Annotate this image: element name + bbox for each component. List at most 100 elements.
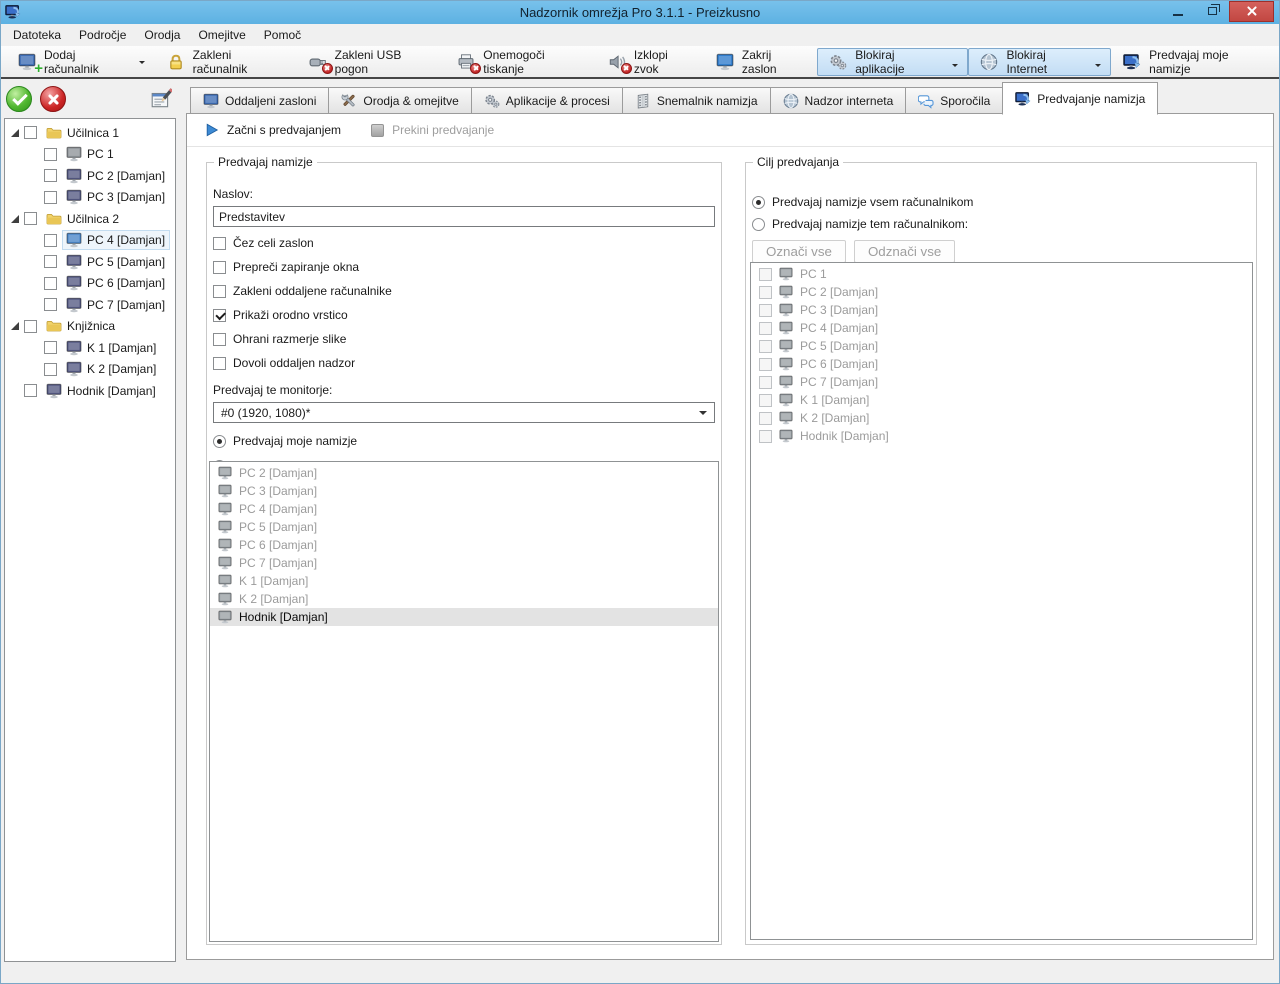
- tree-item[interactable]: K 1 [Damjan]: [5, 337, 175, 359]
- restore-button[interactable]: [1195, 1, 1229, 22]
- chat-icon: [918, 93, 934, 109]
- tabbar: Oddaljeni zasloni Orodja & omejitve Apli…: [190, 82, 1157, 114]
- tab-desktop-broadcast[interactable]: Predvajanje namizja: [1002, 82, 1158, 115]
- block-internet-button[interactable]: Blokiraj Internet: [968, 48, 1111, 76]
- lock-usb-button[interactable]: Zakleni USB pogon: [297, 48, 446, 76]
- tree-checkbox[interactable]: [24, 126, 37, 139]
- target-radio-row[interactable]: Predvajaj namizje tem računalnikom:: [752, 217, 1251, 231]
- radio-button[interactable]: [213, 435, 226, 448]
- play-icon: [205, 123, 219, 137]
- option-checkbox[interactable]: [213, 357, 226, 370]
- tab-messages[interactable]: Sporočila: [905, 87, 1003, 114]
- radio-button[interactable]: [752, 196, 765, 209]
- option-row[interactable]: Čez celi zaslon: [213, 236, 716, 250]
- tree-item-label: PC 4 [Damjan]: [87, 233, 165, 247]
- tree-item[interactable]: Hodnik [Damjan]: [5, 380, 175, 402]
- tree-item[interactable]: Knjižnica: [5, 316, 175, 338]
- disable-printing-button[interactable]: Onemogoči tiskanje: [445, 48, 596, 76]
- toolbar-label: Onemogoči tiskanje: [483, 48, 586, 76]
- menu-item[interactable]: Omejitve: [189, 26, 254, 44]
- computer-icon: [779, 429, 793, 443]
- computer-list-item: Hodnik [Damjan]: [210, 608, 718, 626]
- tab-tools-limits[interactable]: Orodja & omejitve: [328, 87, 471, 114]
- target-checkbox: [759, 376, 772, 389]
- tree-checkbox[interactable]: [44, 148, 57, 161]
- tree-checkbox[interactable]: [44, 341, 57, 354]
- tree-checkbox[interactable]: [24, 320, 37, 333]
- tree-checkbox[interactable]: [44, 363, 57, 376]
- tab-label: Orodja & omejitve: [363, 94, 458, 108]
- dropdown-caret-icon: [139, 61, 145, 67]
- minimize-button[interactable]: [1161, 1, 1195, 22]
- monitor-select[interactable]: #0 (1920, 1080)*: [213, 402, 715, 423]
- tree-item-label: PC 7 [Damjan]: [87, 298, 165, 312]
- option-checkbox[interactable]: [213, 333, 226, 346]
- computer-icon: [66, 275, 82, 291]
- block-applications-button[interactable]: Blokiraj aplikacije: [817, 48, 968, 76]
- broadcast-icon: [1123, 53, 1141, 71]
- source-radio-row[interactable]: Predvajaj moje namizje: [213, 434, 716, 448]
- title-input[interactable]: [213, 206, 715, 227]
- tree-item[interactable]: Učilnica 1: [5, 122, 175, 144]
- mute-sound-button[interactable]: Izklopi zvok: [596, 48, 704, 76]
- tab-desktop-recorder[interactable]: Snemalnik namizja: [622, 87, 771, 114]
- add-computer-button[interactable]: + Dodaj računalnik: [6, 48, 155, 76]
- tree-checkbox[interactable]: [24, 212, 37, 225]
- tree-item-label: K 2 [Damjan]: [87, 362, 156, 376]
- confirm-button[interactable]: [6, 86, 32, 112]
- blank-screen-button[interactable]: Zakrij zaslon: [704, 48, 817, 76]
- tree-checkbox[interactable]: [24, 384, 37, 397]
- expand-arrow-icon[interactable]: [11, 215, 19, 223]
- tree-item[interactable]: PC 6 [Damjan]: [5, 273, 175, 295]
- tab-remote-screens[interactable]: Oddaljeni zasloni: [190, 87, 329, 114]
- sidebar-actions: [0, 84, 180, 116]
- option-checkbox[interactable]: [213, 309, 226, 322]
- tree-item[interactable]: PC 2 [Damjan]: [5, 165, 175, 187]
- option-row[interactable]: Dovoli oddaljen nadzor: [213, 356, 716, 370]
- gears-icon: [829, 53, 847, 71]
- option-checkbox[interactable]: [213, 237, 226, 250]
- tree-checkbox[interactable]: [44, 234, 57, 247]
- tab-internet-control[interactable]: Nadzor interneta: [770, 87, 907, 114]
- tree-item[interactable]: PC 5 [Damjan]: [5, 251, 175, 273]
- tab-applications-processes[interactable]: Aplikacije & procesi: [471, 87, 623, 114]
- tree-item[interactable]: Učilnica 2: [5, 208, 175, 230]
- target-computer-item: PC 5 [Damjan]: [751, 337, 1252, 355]
- action-label: Prekini predvajanje: [392, 123, 494, 137]
- option-checkbox[interactable]: [213, 261, 226, 274]
- option-label: Čez celi zaslon: [233, 236, 314, 250]
- expand-arrow-icon[interactable]: [11, 322, 19, 330]
- option-row[interactable]: Prikaži orodno vrstico: [213, 308, 716, 322]
- tree-checkbox[interactable]: [44, 169, 57, 182]
- expand-arrow-icon[interactable]: [11, 129, 19, 137]
- tree-checkbox[interactable]: [44, 277, 57, 290]
- toolbar-label: Blokiraj aplikacije: [855, 48, 944, 76]
- cancel-button[interactable]: [40, 86, 66, 112]
- option-row[interactable]: Ohrani razmerje slike: [213, 332, 716, 346]
- broadcast-desktop-button[interactable]: Predvajaj moje namizje: [1111, 48, 1280, 76]
- edit-list-button[interactable]: [148, 86, 174, 112]
- menu-item[interactable]: Pomoč: [255, 26, 310, 44]
- target-radio-row[interactable]: Predvajaj namizje vsem računalnikom: [752, 195, 1251, 209]
- menu-item[interactable]: Področje: [70, 26, 135, 44]
- tree-item[interactable]: PC 3 [Damjan]: [5, 187, 175, 209]
- computer-icon: [218, 520, 232, 534]
- tree-item[interactable]: PC 7 [Damjan]: [5, 294, 175, 316]
- close-button[interactable]: [1229, 1, 1274, 22]
- start-broadcast-button[interactable]: Začni s predvajanjem: [205, 123, 341, 137]
- menu-item[interactable]: Orodja: [135, 26, 189, 44]
- tree-item[interactable]: K 2 [Damjan]: [5, 359, 175, 381]
- lock-computer-button[interactable]: Zakleni računalnik: [155, 48, 297, 76]
- radio-button[interactable]: [752, 218, 765, 231]
- option-row[interactable]: Prepreči zapiranje okna: [213, 260, 716, 274]
- option-checkbox[interactable]: [213, 285, 226, 298]
- tree-item[interactable]: PC 1: [5, 144, 175, 166]
- tree-checkbox[interactable]: [44, 255, 57, 268]
- tree-checkbox[interactable]: [44, 191, 57, 204]
- menu-item[interactable]: Datoteka: [4, 26, 70, 44]
- option-row[interactable]: Zakleni oddaljene računalnike: [213, 284, 716, 298]
- option-label: Dovoli oddaljen nadzor: [233, 356, 355, 370]
- tree-item[interactable]: PC 4 [Damjan]: [5, 230, 175, 252]
- computer-label: PC 3 [Damjan]: [239, 484, 317, 498]
- tree-checkbox[interactable]: [44, 298, 57, 311]
